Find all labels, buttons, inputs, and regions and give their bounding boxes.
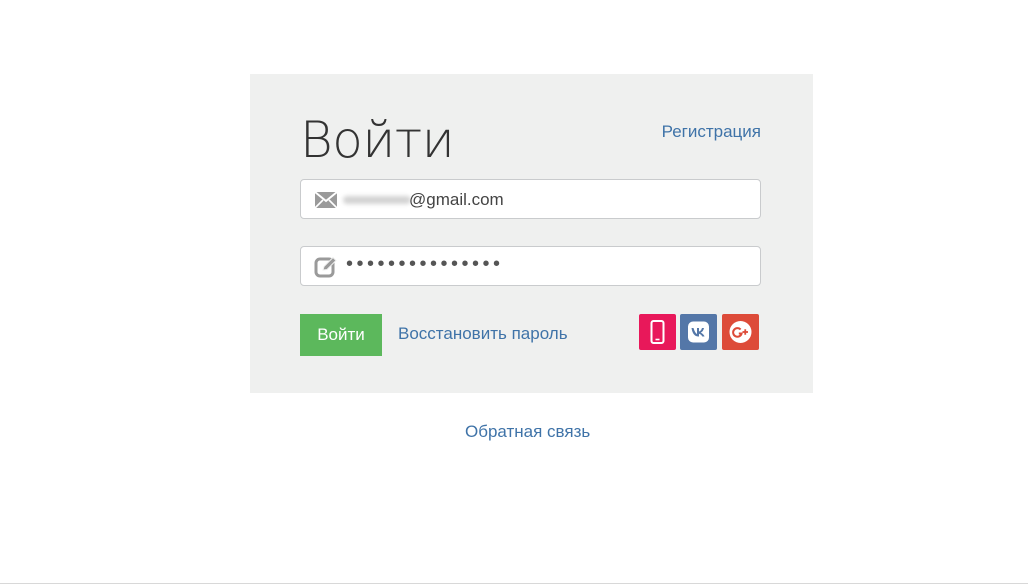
password-field[interactable]: ••••••••••••••• — [300, 246, 761, 286]
email-field[interactable]: @gmail.com — [300, 179, 761, 219]
vk-icon — [688, 321, 709, 343]
google-plus-login-button[interactable] — [722, 314, 759, 350]
phone-login-button[interactable] — [639, 314, 676, 350]
restore-password-link[interactable]: Восстановить пароль — [398, 324, 568, 344]
page: Войти Регистрация @gmail.com •••••••••••… — [0, 0, 1028, 586]
login-button[interactable]: Войти — [300, 314, 382, 356]
edit-pencil-icon — [314, 256, 338, 278]
redacted-email-user — [343, 196, 411, 204]
login-title: Войти — [300, 111, 455, 169]
email-value: @gmail.com — [409, 190, 504, 209]
mobile-phone-icon — [650, 320, 665, 344]
register-link[interactable]: Регистрация — [662, 122, 761, 142]
vk-login-button[interactable] — [680, 314, 717, 350]
login-card: Войти Регистрация @gmail.com •••••••••••… — [250, 74, 813, 393]
google-plus-icon — [729, 321, 752, 343]
envelope-icon — [314, 189, 338, 211]
password-value: ••••••••••••••• — [346, 253, 504, 275]
feedback-link[interactable]: Обратная связь — [465, 422, 590, 442]
bottom-divider — [0, 583, 1028, 584]
